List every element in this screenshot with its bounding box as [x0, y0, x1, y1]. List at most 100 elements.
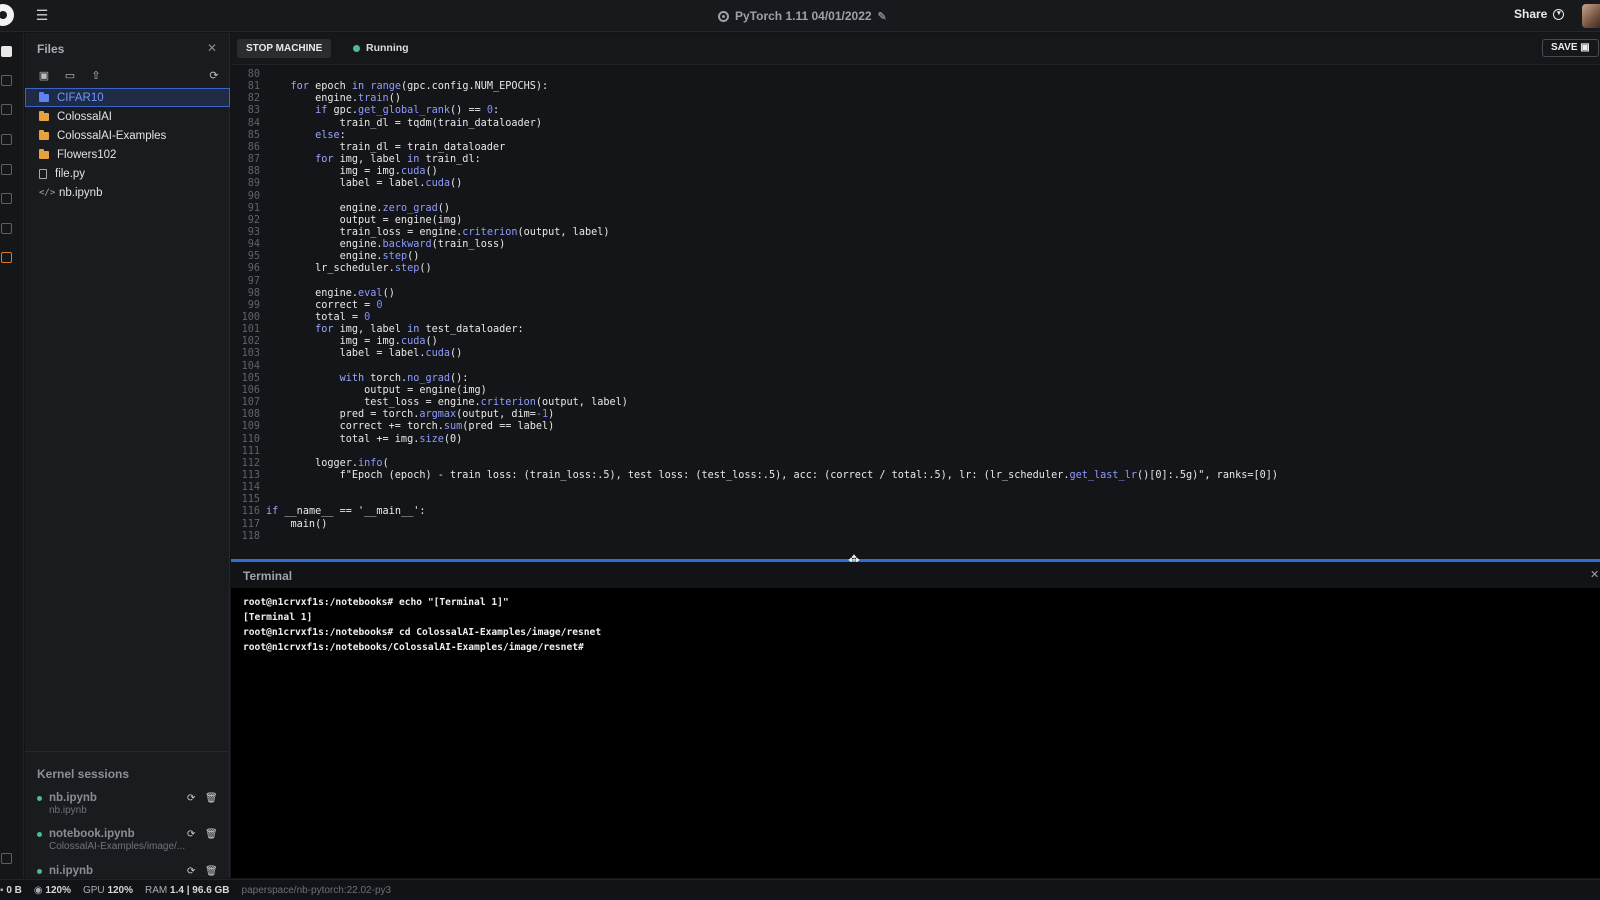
settings-icon[interactable] — [1, 853, 12, 864]
upload-icon[interactable]: ⇧ — [89, 69, 103, 83]
tree-item-label: nb.ipynb — [59, 186, 103, 199]
gpu-label: GPU — [82, 884, 105, 896]
stop-machine-button[interactable]: STOP MACHINE — [237, 39, 332, 58]
code-text: train_dl = train_dataloader — [266, 141, 506, 153]
files-toolbar: ▣ ▭ ⇧ ⟳ — [37, 69, 222, 85]
code-text: engine.eval() — [266, 287, 395, 299]
tree-item-nb-ipynb[interactable]: </> nb.ipynb — [25, 183, 230, 202]
cpu-value: 120% — [45, 884, 71, 896]
metrics-icon[interactable] — [1, 134, 12, 145]
line-number: 87 — [247, 154, 260, 166]
kernel-session-path: nb.ipynb — [49, 805, 87, 816]
line-number: 84 — [247, 117, 260, 129]
code-text: for img, label in train_dl: — [315, 154, 481, 166]
line-number: 90 — [247, 190, 260, 202]
line-number: 101 — [241, 324, 260, 336]
kernel-session-path: ColossalAI-Examples/image/... — [49, 841, 186, 852]
line-number: 95 — [247, 251, 260, 263]
avatar[interactable] — [1582, 4, 1600, 28]
tree-item-flowers102[interactable]: Flowers102 — [25, 145, 230, 164]
folder-icon — [39, 91, 49, 102]
share-label: Share — [1514, 7, 1548, 21]
kernel-session[interactable]: notebook.ipynb ColossalAI-Examples/image… — [37, 828, 227, 858]
terminal-panel-icon[interactable] — [1, 193, 12, 204]
line-number: 103 — [241, 348, 260, 360]
code-text: img = img.cuda() — [266, 336, 438, 348]
kernel-session[interactable]: nb.ipynb nb.ipynb ⟳ 🗑 — [37, 792, 227, 822]
code-editor[interactable]: 80 81 for epoch in range(gpc.config.NUM_E… — [231, 66, 1600, 558]
notebook-title[interactable]: PyTorch 1.11 04/01/2022 — [735, 9, 872, 23]
kernel-status-dot — [37, 796, 42, 801]
history-icon[interactable] — [1, 223, 12, 234]
notebook-panel-icon[interactable] — [1, 75, 12, 86]
tree-item-file-py[interactable]: file.py — [25, 164, 230, 183]
share-button[interactable]: Share ▾ — [1514, 7, 1565, 21]
folder-icon — [39, 110, 49, 121]
delete-kernel-icon[interactable]: 🗑 — [205, 866, 218, 877]
ram-label: RAM — [145, 884, 168, 896]
new-file-icon[interactable]: ▣ — [37, 69, 51, 83]
restart-kernel-icon[interactable]: ⟳ — [187, 829, 195, 840]
line-number: 117 — [241, 518, 260, 530]
notebook-toolbar: STOP MACHINE Running SAVE ▣ — [231, 33, 1600, 65]
status-bar: ▪ 0 B ◉ 120% GPU 120% RAM 1.4 | 96.6 GB … — [0, 879, 1600, 900]
line-number: 109 — [241, 421, 260, 433]
terminal-output[interactable]: root@n1crvxf1s:/notebooks# echo "[Termin… — [243, 597, 601, 657]
refresh-icon[interactable]: ⟳ — [207, 69, 221, 83]
tree-item-cifar10[interactable]: CIFAR10 — [25, 88, 230, 107]
code-icon: </> — [39, 187, 56, 198]
line-number: 116 — [241, 506, 260, 518]
tree-item-label: Flowers102 — [57, 148, 117, 161]
save-icon: ▣ — [1580, 42, 1590, 53]
kernel-session-name: notebook.ipynb — [49, 828, 135, 840]
terminal-header: Terminal ✕ — [231, 562, 1600, 588]
status-label: Running — [366, 42, 409, 54]
restart-kernel-icon[interactable]: ⟳ — [187, 866, 195, 877]
disk-icon[interactable] — [1, 164, 12, 175]
terminal-line: root@n1crvxf1s:/notebooks/ColossalAI-Exa… — [243, 642, 584, 653]
code-text: engine.backward(train_loss) — [266, 239, 506, 251]
kernel-session[interactable]: ni.ipynb ⟳ 🗑 — [37, 865, 227, 879]
code-text: test_loss = engine.criterion(output, lab… — [266, 397, 628, 409]
terminal-title: Terminal — [243, 569, 293, 583]
terminal-line: root@n1crvxf1s:/notebooks# cd ColossalAI… — [243, 627, 602, 638]
data-sources-icon[interactable] — [1, 104, 12, 115]
code-text: f"Epoch (epoch) - train loss: (train_los… — [266, 469, 1279, 481]
kernel-sessions-title: Kernel sessions — [37, 767, 130, 781]
code-text: for img, label in test_dataloader: — [315, 324, 524, 336]
delete-kernel-icon[interactable]: 🗑 — [205, 793, 218, 804]
restart-kernel-icon[interactable]: ⟳ — [187, 793, 195, 804]
line-number: 114 — [241, 482, 260, 494]
ram-value: 1.4 | 96.6 GB — [170, 884, 230, 896]
tree-item-colossalai-examples[interactable]: ColossalAI-Examples — [25, 126, 230, 145]
kernel-status-dot — [37, 869, 42, 874]
left-icon-rail — [0, 33, 24, 878]
kernel-sessions-panel: Kernel sessions nb.ipynb nb.ipynb ⟳ 🗑 no… — [25, 751, 230, 878]
delete-kernel-icon[interactable]: 🗑 — [205, 829, 218, 840]
code-text: for epoch in range(gpc.config.NUM_EPOCHS… — [290, 81, 549, 93]
edit-title-icon[interactable]: ✎ — [878, 10, 887, 23]
close-icon[interactable]: ✕ — [1590, 568, 1599, 581]
line-number: 113 — [241, 469, 260, 481]
code-text: logger.info( — [266, 457, 389, 469]
code-text: total = 0 — [266, 312, 371, 323]
cpu-stat: ◉ 120% — [33, 884, 71, 896]
code-text: if __name__ == '__main__': — [266, 506, 426, 518]
line-number: 111 — [241, 445, 260, 457]
app-logo[interactable] — [0, 4, 14, 26]
files-panel-icon[interactable] — [1, 46, 12, 57]
hamburger-menu-icon[interactable]: ☰ — [34, 7, 50, 23]
terminal-panel[interactable]: Terminal ✕ root@n1crvxf1s:/notebooks# ec… — [231, 562, 1600, 878]
file-icon — [39, 168, 47, 179]
tree-item-colossalai[interactable]: ColossalAI — [25, 107, 230, 126]
jupyter-icon[interactable] — [1, 252, 12, 263]
line-number: 88 — [247, 166, 260, 178]
save-button[interactable]: SAVE ▣ — [1542, 39, 1599, 57]
folder-icon — [39, 148, 49, 159]
new-folder-icon[interactable]: ▭ — [63, 69, 77, 83]
terminal-line: root@n1crvxf1s:/notebooks# echo "[Termin… — [243, 597, 509, 608]
code-text: correct += torch.sum(pred == label) — [266, 421, 555, 433]
tree-item-label: file.py — [55, 167, 86, 180]
code-text: pred = torch.argmax(output, dim=-1) — [266, 409, 555, 421]
close-icon[interactable]: ✕ — [207, 41, 217, 55]
